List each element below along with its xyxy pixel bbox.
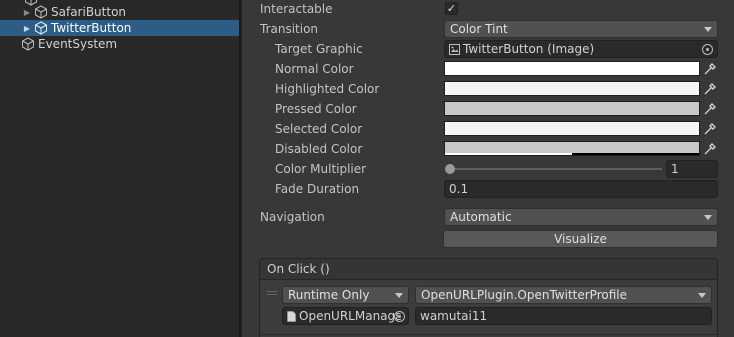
disabled-color-swatch[interactable] xyxy=(444,141,700,156)
visualize-button-label: Visualize xyxy=(554,232,607,246)
target-graphic-value: TwitterButton (Image) xyxy=(463,42,595,56)
fold-arrow-icon[interactable]: ▶ xyxy=(22,8,32,17)
gameobject-icon xyxy=(35,21,47,35)
argument-input[interactable]: wamutai11 xyxy=(415,307,712,325)
argument-value: wamutai11 xyxy=(420,309,488,323)
target-object-field[interactable]: OpenURLManagε xyxy=(282,307,409,325)
target-graphic-label: Target Graphic xyxy=(275,42,363,56)
hierarchy-panel: ▶ SafariButton ▶ TwitterButton EventSyst… xyxy=(0,0,240,337)
navigation-label: Navigation xyxy=(260,210,325,224)
hierarchy-item-twitterbutton[interactable]: ▶ TwitterButton xyxy=(0,20,239,36)
divider xyxy=(259,334,718,335)
function-dropdown[interactable]: OpenURLPlugin.OpenTwitterProfile xyxy=(415,286,712,304)
on-click-event: On Click () Runtime Only OpenURLPlugin.O… xyxy=(259,258,718,337)
highlighted-color-label: Highlighted Color xyxy=(275,82,380,96)
fade-duration-value: 0.1 xyxy=(449,182,469,196)
normal-color-swatch[interactable] xyxy=(444,61,700,76)
normal-color-label: Normal Color xyxy=(275,62,354,76)
object-picker-icon[interactable] xyxy=(394,311,405,322)
on-click-title: On Click () xyxy=(267,262,330,276)
inspector-panel: Interactable ✓ Transition Color Tint Tar… xyxy=(242,0,734,337)
selected-color-label: Selected Color xyxy=(275,122,363,136)
target-graphic-field[interactable]: TwitterButton (Image) xyxy=(444,40,718,58)
navigation-dropdown[interactable]: Automatic xyxy=(444,208,718,226)
selected-color-swatch[interactable] xyxy=(444,121,700,136)
hierarchy-item-eventsystem[interactable]: EventSystem xyxy=(0,36,239,52)
highlighted-color-swatch[interactable] xyxy=(444,81,700,96)
alpha-bar xyxy=(445,153,572,155)
eyedropper-icon[interactable] xyxy=(701,60,719,78)
pressed-color-swatch[interactable] xyxy=(444,101,700,116)
eyedropper-icon[interactable] xyxy=(701,120,719,138)
runtime-value: Runtime Only xyxy=(288,288,370,302)
on-click-listener: Runtime Only OpenURLPlugin.OpenTwitterPr… xyxy=(260,280,717,337)
interactable-checkbox[interactable]: ✓ xyxy=(445,2,458,15)
image-icon xyxy=(449,43,460,55)
hierarchy-item-label: TwitterButton xyxy=(51,21,132,35)
checkmark-icon: ✓ xyxy=(446,2,457,15)
chevron-down-icon xyxy=(395,293,403,298)
chevron-down-icon xyxy=(704,27,712,32)
eyedropper-icon[interactable] xyxy=(701,140,719,158)
transition-value: Color Tint xyxy=(450,22,508,36)
fold-arrow-icon[interactable]: ▶ xyxy=(22,24,32,33)
pressed-color-label: Pressed Color xyxy=(275,102,357,116)
eyedropper-icon[interactable] xyxy=(701,100,719,118)
eyedropper-icon[interactable] xyxy=(701,80,719,98)
chevron-down-icon xyxy=(704,215,712,220)
fade-duration-label: Fade Duration xyxy=(275,182,360,196)
gameobject-icon xyxy=(35,5,47,19)
navigation-value: Automatic xyxy=(450,210,512,224)
runtime-dropdown[interactable]: Runtime Only xyxy=(282,286,409,304)
color-multiplier-input[interactable]: 1 xyxy=(666,160,718,178)
hierarchy-item-label: SafariButton xyxy=(51,5,127,19)
chevron-down-icon xyxy=(698,293,706,298)
transition-label: Transition xyxy=(260,22,319,36)
drag-handle-icon[interactable] xyxy=(267,291,277,292)
color-multiplier-label: Color Multiplier xyxy=(275,162,367,176)
drag-handle-line[interactable] xyxy=(267,294,277,295)
on-click-header: On Click () xyxy=(260,259,717,280)
disabled-color-label: Disabled Color xyxy=(275,142,363,156)
color-multiplier-slider[interactable] xyxy=(448,168,662,170)
target-object-value: OpenURLManagε xyxy=(299,309,402,323)
transition-dropdown[interactable]: Color Tint xyxy=(444,20,718,38)
visualize-button[interactable]: Visualize xyxy=(443,230,718,248)
object-picker-icon[interactable] xyxy=(702,44,713,55)
fade-duration-input[interactable]: 0.1 xyxy=(444,180,718,198)
gameobject-icon xyxy=(22,37,34,51)
slider-knob[interactable] xyxy=(445,164,455,174)
hierarchy-item-label: EventSystem xyxy=(38,37,118,51)
color-multiplier-value: 1 xyxy=(671,162,679,176)
interactable-label: Interactable xyxy=(260,2,333,16)
alpha-bar-remainder xyxy=(572,153,699,155)
hierarchy-item-safaributton[interactable]: ▶ SafariButton xyxy=(0,4,239,20)
script-file-icon xyxy=(287,310,296,322)
function-value: OpenURLPlugin.OpenTwitterProfile xyxy=(421,288,627,302)
